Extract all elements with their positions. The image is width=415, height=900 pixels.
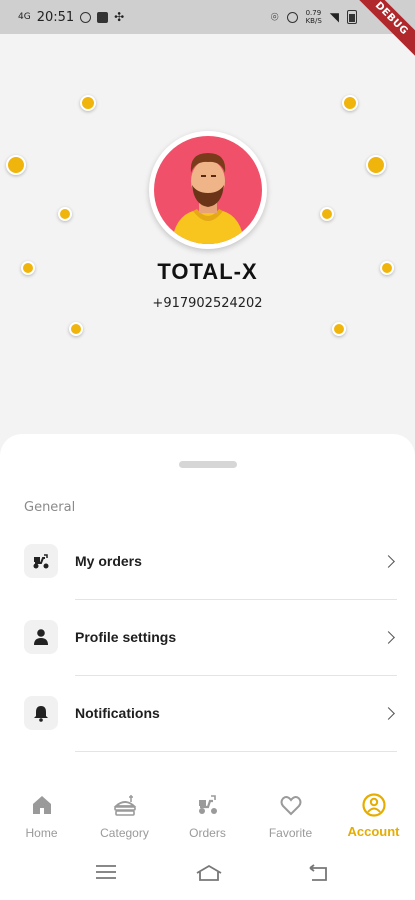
usb-icon: ✣ xyxy=(114,10,125,24)
decorative-dot xyxy=(332,322,346,336)
bottom-navigation: Home Category Orders Favorite Account xyxy=(0,780,415,842)
decorative-dot xyxy=(69,322,83,336)
nav-label: Category xyxy=(100,826,149,840)
decorative-dot xyxy=(80,95,96,111)
decorative-dot xyxy=(6,155,26,175)
signal-indicator: 4G xyxy=(18,11,31,22)
nav-item-favorite[interactable]: Favorite xyxy=(249,780,332,842)
status-time: 20:51 xyxy=(36,9,75,25)
menu-item-profile-settings[interactable]: Profile settings xyxy=(0,607,415,667)
heart-icon xyxy=(278,792,304,818)
notification-icon xyxy=(80,11,92,23)
chevron-right-icon xyxy=(382,706,395,720)
decorative-dot xyxy=(58,207,72,221)
decorative-dot xyxy=(342,95,358,111)
location-icon: ⌾ xyxy=(270,9,279,25)
nav-item-category[interactable]: Category xyxy=(83,780,166,842)
menu-item-my-orders[interactable]: My orders xyxy=(0,531,415,591)
nav-label: Home xyxy=(25,826,58,840)
chevron-right-icon xyxy=(382,554,395,568)
wifi-icon: ◥ xyxy=(329,10,339,24)
divider xyxy=(75,675,397,676)
menu-icon[interactable] xyxy=(95,864,117,884)
network-speed: 0.79 KB/S xyxy=(305,9,322,25)
menu-item-label: My orders xyxy=(75,553,142,569)
menu-item-label: Profile settings xyxy=(75,629,177,645)
nav-item-home[interactable]: Home xyxy=(0,780,83,842)
home-button-icon[interactable] xyxy=(195,864,223,886)
category-icon xyxy=(112,792,138,818)
nav-item-account[interactable]: Account xyxy=(332,780,415,842)
system-navigation-bar xyxy=(0,842,415,900)
scooter-delivery-icon xyxy=(24,544,58,578)
alarm-icon xyxy=(286,11,298,23)
avatar[interactable] xyxy=(149,131,267,249)
scooter-delivery-icon xyxy=(195,792,221,818)
menu-item-label: Notifications xyxy=(75,705,160,721)
account-icon xyxy=(361,792,387,818)
profile-header: TOTAL-X +917902524202 xyxy=(0,34,415,454)
section-label-general: General xyxy=(24,500,76,515)
home-icon xyxy=(29,792,55,818)
status-bar: 4G 20:51 ✣ ⌾ 0.79 KB/S ◥ DEBUG xyxy=(0,0,415,61)
user-name: TOTAL-X xyxy=(157,259,258,284)
menu-item-notifications[interactable]: Notifications xyxy=(0,683,415,743)
message-icon xyxy=(97,11,109,23)
battery-icon xyxy=(347,10,357,24)
person-icon xyxy=(24,620,58,654)
nav-label: Favorite xyxy=(268,826,313,840)
bell-icon xyxy=(24,696,58,730)
sheet-drag-handle[interactable] xyxy=(179,461,237,468)
divider xyxy=(75,599,397,600)
nav-label: Orders xyxy=(189,826,226,840)
user-phone: +917902524202 xyxy=(152,296,263,311)
nav-label: Account xyxy=(347,824,400,839)
decorative-dot xyxy=(320,207,334,221)
divider xyxy=(75,751,397,752)
nav-item-orders[interactable]: Orders xyxy=(166,780,249,842)
back-icon[interactable] xyxy=(306,864,330,886)
chevron-right-icon xyxy=(382,630,395,644)
account-sheet: General My orders Profile settings Notif… xyxy=(0,434,415,780)
decorative-dot xyxy=(366,155,386,175)
